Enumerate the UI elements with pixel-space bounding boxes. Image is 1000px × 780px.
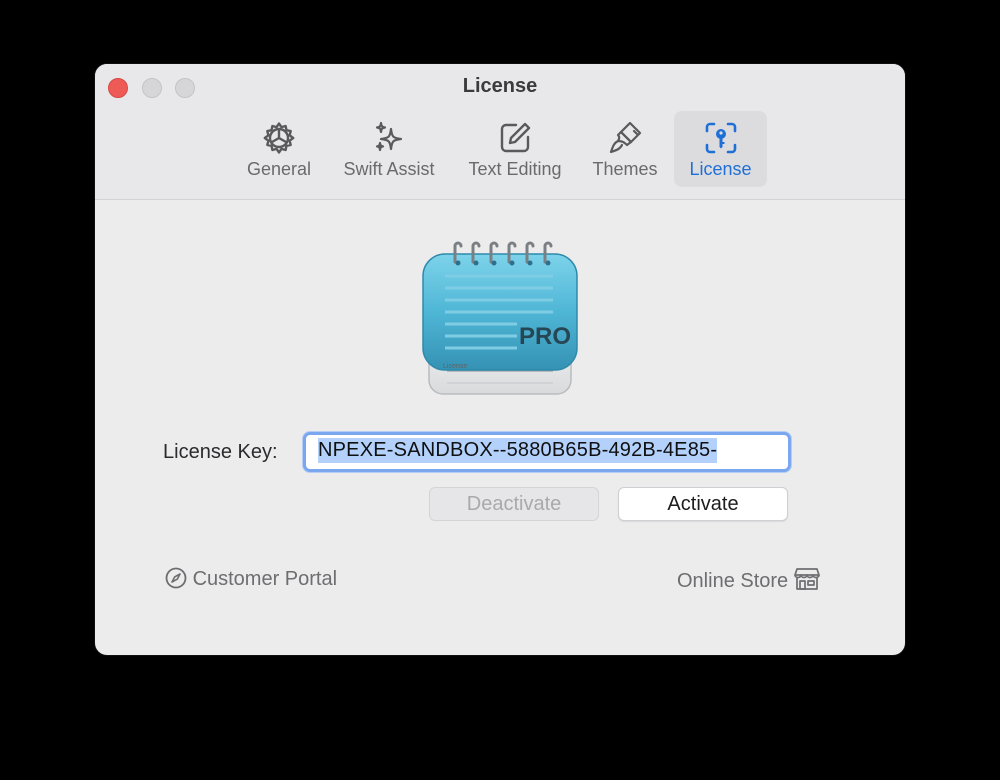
tab-swift-assist[interactable]: Swift Assist — [333, 111, 445, 187]
license-pane: PRO License License Key: NPEXE-SANDBOX--… — [95, 200, 905, 655]
app-icon: PRO License — [422, 241, 578, 395]
license-key-value: NPEXE-SANDBOX--5880B65B-492B-4E85- — [318, 438, 718, 463]
pro-badge: PRO — [519, 323, 571, 350]
license-key-field[interactable]: NPEXE-SANDBOX--5880B65B-492B-4E85- — [303, 432, 791, 472]
compass-icon — [165, 567, 187, 589]
preferences-tabs: General Swift Assist Text Editing Themes… — [95, 111, 905, 187]
gear-icon — [263, 122, 295, 154]
tab-license[interactable]: License — [674, 111, 767, 187]
edit-icon — [500, 122, 531, 153]
tab-label: Swift Assist — [343, 159, 435, 179]
customer-portal-link[interactable]: Customer Portal — [165, 567, 337, 591]
tab-label: License — [689, 159, 752, 179]
key-icon — [705, 122, 736, 154]
toolbar: License General Swift Assist Text Editin… — [95, 64, 905, 200]
tab-label: General — [246, 159, 312, 179]
customer-portal-label: Customer Portal — [192, 568, 338, 590]
deactivate-button[interactable]: Deactivate — [429, 487, 599, 521]
online-store-link[interactable]: Online Store — [677, 567, 820, 593]
tab-general[interactable]: General — [235, 111, 323, 187]
tab-label: Text Editing — [468, 159, 562, 179]
activate-button[interactable]: Activate — [618, 487, 788, 521]
tab-text-editing[interactable]: Text Editing — [457, 111, 573, 187]
window-title: License — [462, 75, 538, 97]
preferences-window: License General Swift Assist Text Editin… — [95, 64, 905, 655]
sparkles-icon — [375, 121, 403, 152]
tab-label: Themes — [592, 159, 658, 179]
paintbrush-icon — [609, 121, 642, 154]
icon-caption: License — [443, 363, 467, 370]
online-store-label: Online Store — [677, 570, 789, 592]
tab-themes[interactable]: Themes — [583, 111, 667, 187]
storefront-icon — [793, 568, 820, 590]
license-key-label: License Key: — [163, 441, 278, 463]
